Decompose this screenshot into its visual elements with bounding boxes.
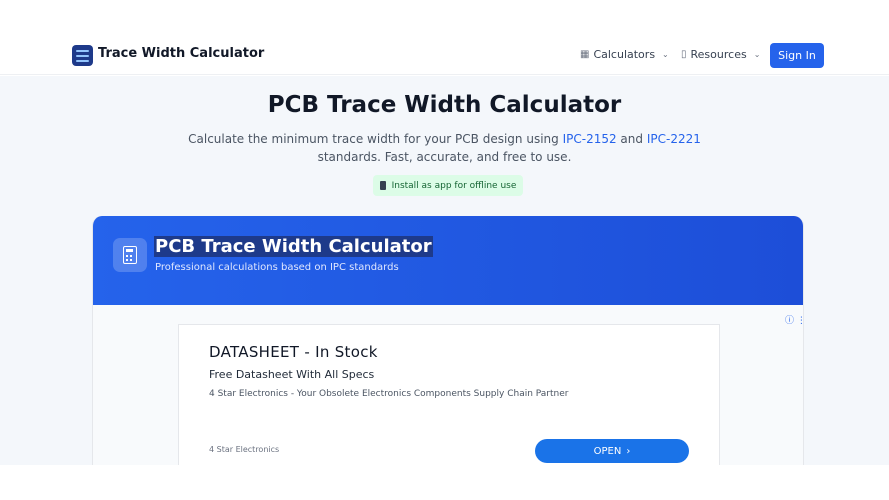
nav-calculators-label: Calculators [593,48,656,61]
page-subtitle: Calculate the minimum trace width for yo… [0,130,889,166]
calculator-icon [113,238,147,272]
logo-icon[interactable] [72,45,93,66]
chevron-right-icon: › [626,445,631,457]
ad-info-icon[interactable]: ⓘ ⋮ [785,313,803,326]
phone-icon [379,181,386,190]
ad-open-button[interactable]: OPEN › [535,439,689,463]
nav-resources[interactable]: ▯ Resources ⌄ [681,48,760,61]
advertisement[interactable]: DATASHEET - In Stock Free Datasheet With… [178,324,720,465]
ad-title[interactable]: DATASHEET - In Stock [209,343,378,361]
chevron-down-icon: ⌄ [753,50,761,59]
calculator-card: PCB Trace Width Calculator Professional … [92,216,804,465]
ad-headline[interactable]: Free Datasheet With All Specs [209,368,374,381]
ad-description: 4 Star Electronics - Your Obsolete Elect… [209,389,569,399]
ad-advertiser[interactable]: 4 Star Electronics [209,445,279,454]
card-subtitle: Professional calculations based on IPC s… [155,262,399,273]
calculator-icon: ▦ [580,49,590,60]
nav-calculators[interactable]: ▦ Calculators ⌄ [580,48,669,61]
page-title: PCB Trace Width Calculator [267,92,622,118]
book-icon: ▯ [681,49,687,60]
ipc-2152-link[interactable]: IPC-2152 [563,132,617,146]
install-label: Install as app for offline use [391,180,517,191]
top-navbar: Trace Width Calculator ▦ Calculators ⌄ ▯… [0,0,889,75]
install-app-button[interactable]: Install as app for offline use [373,175,523,196]
chevron-down-icon: ⌄ [662,50,669,59]
ipc-2221-link[interactable]: IPC-2221 [647,132,701,146]
sign-in-button[interactable]: Sign In [770,43,824,68]
ad-open-label: OPEN [593,445,622,457]
brand-name[interactable]: Trace Width Calculator [98,46,264,61]
subtitle-text: Calculate the minimum trace width for yo… [188,132,563,146]
subtitle-and: and [616,132,647,146]
calculator-card-header: PCB Trace Width Calculator Professional … [93,216,803,305]
nav-resources-label: Resources [690,48,747,61]
card-title: PCB Trace Width Calculator [154,236,433,257]
subtitle-line2: standards. Fast, accurate, and free to u… [317,150,572,164]
